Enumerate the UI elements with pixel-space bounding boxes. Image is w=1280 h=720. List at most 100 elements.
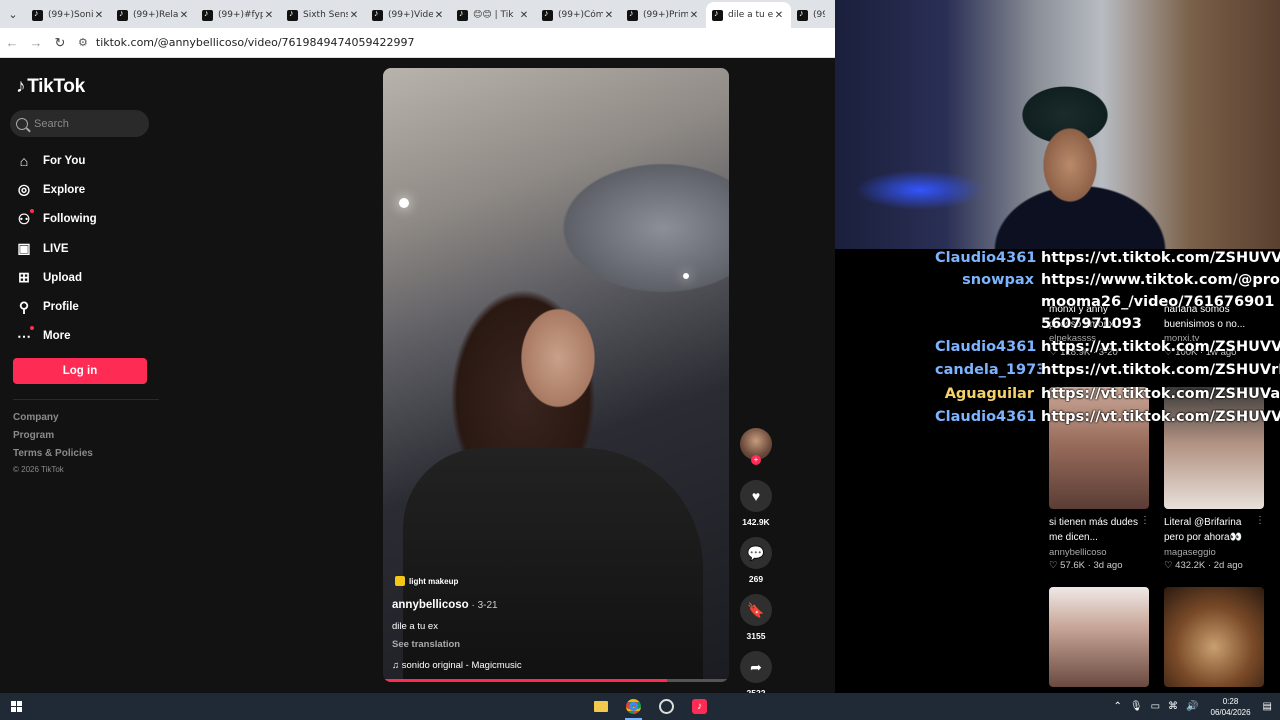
clock[interactable]: 0:28 06/04/2026 [1211,696,1251,718]
see-translation-link[interactable]: See translation [392,639,460,650]
close-tab-icon[interactable]: ✕ [773,10,785,21]
start-button[interactable] [0,693,32,720]
sidebar-item-more[interactable]: ⋯ More [14,322,154,351]
sidebar-divider [13,399,159,400]
recommended-stats: ♡ 432.2K · 2d ago [1164,560,1243,571]
recommended-likes: 57.6K [1060,560,1085,571]
close-tab-icon[interactable]: ✕ [433,10,445,21]
file-explorer-icon[interactable] [584,693,617,720]
close-tab-icon[interactable]: ✕ [603,10,615,21]
chat-text: https://vt.tiktok.com/ZSHUVVLWx/ [1041,338,1280,355]
forward-arrow-icon[interactable]: → [24,35,48,50]
plus-square-icon: ⊞ [18,269,30,286]
sidebar-item-label: Explore [43,183,86,196]
tab-search-button[interactable]: ⌄ [0,0,26,28]
recommended-likes: 432.2K [1175,560,1206,571]
share-arrow-icon: ➦ [750,658,762,675]
footer-company-link[interactable]: Company [13,412,59,423]
obs-icon[interactable] [650,693,683,720]
chat-username: Claudio4361 [935,408,1037,425]
tab-strip: ⌄ (99+)Sonic✕ (99+)Relax✕ (99+)#fyp✕ Six… [0,0,835,28]
chrome-icon[interactable] [617,693,650,720]
tab-title: (99+)Video [388,10,433,20]
browser-tab[interactable]: (99+)Video✕ [366,2,451,28]
browser-tab[interactable]: (99+)Sonic✕ [26,2,111,28]
video-player[interactable]: light makeup annybellicoso · 3-21 dile a… [383,68,729,682]
share-button[interactable]: ➦ [740,651,772,683]
close-tab-icon[interactable]: ✕ [263,10,275,21]
tiktok-favicon-icon [202,8,213,21]
tab-title: (99+)#fyp [218,10,263,20]
footer-program-link[interactable]: Program [13,430,54,441]
network-icon[interactable]: ⌘ [1168,701,1178,712]
browser-tab[interactable]: Sixth Sens✕ [281,2,366,28]
tab-title: Sixth Sens [303,10,348,20]
save-button[interactable]: 🔖 [740,594,772,626]
sidebar-item-label: For You [43,154,86,167]
recommended-thumbnail[interactable] [1049,587,1149,687]
microphone-icon[interactable]: 🎙 [1130,701,1143,712]
heart-icon: ♥ [751,488,761,504]
close-tab-icon[interactable]: ✕ [688,10,700,21]
comment-button[interactable]: 💬 [740,537,772,569]
browser-tab-active[interactable]: dile a tu ex✕ [706,2,791,28]
sidebar-item-for-you[interactable]: ⌂ For You [14,146,154,175]
sidebar-item-live[interactable]: ▣ LIVE [14,234,154,263]
close-tab-icon[interactable]: ✕ [178,10,190,21]
recommended-author[interactable]: magaseggio [1164,547,1216,558]
reload-icon[interactable]: ↻ [48,35,72,51]
search-input[interactable]: Search [10,110,149,137]
login-button[interactable]: Log in [13,358,147,384]
tray-chevron-icon[interactable]: ⌃ [1114,701,1122,712]
search-icon [16,117,28,130]
recommended-caption[interactable]: Literal @Brifarina pero por ahora👀 [1164,515,1260,545]
footer-terms-link[interactable]: Terms & Policies [13,448,93,459]
music-note-icon: ♫ [392,660,402,671]
chat-text: https://vt.tiktok.com/ZSHUVrBbN/ [1041,362,1280,379]
close-tab-icon[interactable]: ✕ [348,10,360,21]
notification-dot [30,208,34,213]
video-author[interactable]: annybellicoso · 3-21 [392,599,498,611]
save-count: 3155 [746,631,766,641]
sidebar-item-explore[interactable]: ◎ Explore [14,175,154,204]
recommended-caption[interactable]: si tienen más dudes me dicen... [1049,515,1141,545]
browser-tab[interactable]: (99+)#fyp✕ [196,2,281,28]
volume-icon[interactable]: 🔊 [1186,701,1198,712]
url-field[interactable]: ⚙ tiktok.com/@annybellicoso/video/761984… [78,32,835,54]
post-date: · 3-21 [468,600,498,611]
browser-tab[interactable]: 😊😊 | Tik ✕ [451,2,536,28]
back-arrow-icon[interactable]: ← [0,35,24,50]
recommended-thumbnail[interactable] [1164,587,1264,687]
logo-text: TikTok [27,76,85,97]
chat-message: Claudio4361https://vt.tiktok.com/ZSHUVVL… [935,335,1280,358]
tiktok-app-icon[interactable]: ♪ [683,693,716,720]
more-options-icon[interactable]: ⋮ [1140,515,1150,526]
close-tab-icon[interactable]: ✕ [93,10,105,21]
author-avatar[interactable]: + [740,428,772,465]
notification-dot [30,325,34,330]
tiktok-logo[interactable]: ♪ TikTok [16,76,85,98]
comment-icon: 💬 [747,544,765,561]
effect-tag[interactable]: light makeup [395,576,458,586]
browser-tab[interactable]: (99+)Prime✕ [621,2,706,28]
chat-text: https://www.tiktok.com/@promooma26_/vide… [1041,272,1280,333]
video-progress-bar[interactable] [383,679,729,682]
like-button[interactable]: ♥ [740,480,772,512]
taskbar-apps: ♪ [584,693,716,720]
notifications-icon[interactable]: ▤ [1263,701,1272,712]
sidebar-item-upload[interactable]: ⊞ Upload [14,263,154,292]
browser-tab[interactable]: (99+)Cóm✕ [536,2,621,28]
sidebar-item-profile[interactable]: ⚲ Profile [14,292,154,321]
browser-tab[interactable]: (99+)Relax✕ [111,2,196,28]
site-info-icon[interactable]: ⚙ [78,36,88,49]
browser-tab[interactable]: (99+ [791,2,831,28]
close-tab-icon[interactable]: ✕ [518,10,530,21]
more-options-icon[interactable]: ⋮ [1255,515,1265,526]
recommended-author[interactable]: annybellicoso [1049,547,1107,558]
effect-icon [395,576,405,586]
display-icon[interactable]: ▭ [1151,701,1160,712]
music-info[interactable]: ♫ sonido original - Magicmusic [392,660,522,671]
sidebar-item-following[interactable]: ⚇ Following [14,205,154,234]
video-progress-fill [383,679,667,682]
follow-plus-icon[interactable]: + [751,455,761,465]
